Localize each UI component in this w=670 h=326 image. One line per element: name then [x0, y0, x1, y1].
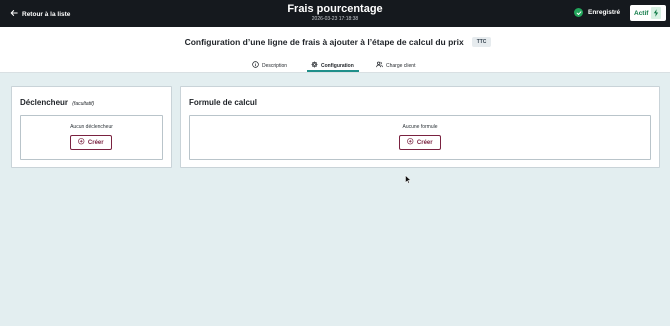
trigger-title: Déclencheur: [20, 98, 69, 107]
tab-configuration-label: Configuration: [321, 62, 354, 69]
info-circle-icon: [252, 61, 259, 70]
create-formula-label: Créer: [416, 139, 433, 146]
check-circle-icon: [574, 8, 583, 17]
mouse-cursor-icon: [405, 175, 411, 184]
lightning-icon: [651, 7, 662, 19]
plus-circle-icon: [78, 138, 85, 147]
trigger-card: Déclencheur (facultatif) Aucun déclenche…: [11, 86, 172, 168]
users-icon: [376, 61, 383, 70]
tab-description-label: Description: [262, 62, 288, 69]
ttc-badge: TTC: [471, 37, 492, 47]
create-trigger-label: Créer: [87, 139, 104, 146]
top-bar: Retour à la liste Frais pourcentage 2026…: [0, 0, 670, 27]
saved-label: Enregistré: [588, 9, 621, 16]
saved-status: Enregistré: [574, 8, 620, 17]
active-tab-indicator: [307, 70, 359, 72]
timestamp: 2026-03-23 17:18:38: [311, 16, 359, 22]
create-trigger-button[interactable]: Créer: [70, 135, 112, 150]
plus-circle-icon: [407, 138, 414, 147]
configuration-title-row: Configuration d’une ligne de frais à ajo…: [0, 37, 670, 47]
configuration-title: Configuration d’une ligne de frais à ajo…: [184, 37, 464, 47]
formula-card: Formule de calcul Aucune formule Créer: [180, 86, 660, 168]
no-trigger-text: Aucun déclencheur: [70, 124, 113, 130]
tab-charge-client-label: Charge client: [386, 62, 416, 69]
formula-card-title: Formule de calcul: [189, 98, 258, 107]
no-formula-text: Aucune formule: [402, 124, 438, 130]
create-formula-button[interactable]: Créer: [399, 135, 441, 150]
formula-empty-state: Aucune formule Créer: [189, 115, 651, 160]
configuration-header: Configuration d’une ligne de frais à ajo…: [0, 27, 670, 73]
trigger-card-title: Déclencheur (facultatif): [20, 98, 94, 107]
trigger-empty-state: Aucun déclencheur Créer: [20, 115, 163, 160]
active-toggle-button[interactable]: Actif: [630, 5, 666, 21]
page-header: Frais pourcentage 2026-03-23 17:18:38: [0, 3, 670, 23]
page-title: Frais pourcentage: [287, 3, 383, 15]
tab-description[interactable]: Description: [252, 60, 287, 71]
tab-charge-client[interactable]: Charge client: [376, 60, 415, 71]
gear-icon: [311, 61, 318, 70]
optional-label: (facultatif): [72, 101, 95, 107]
active-label: Actif: [634, 9, 649, 17]
